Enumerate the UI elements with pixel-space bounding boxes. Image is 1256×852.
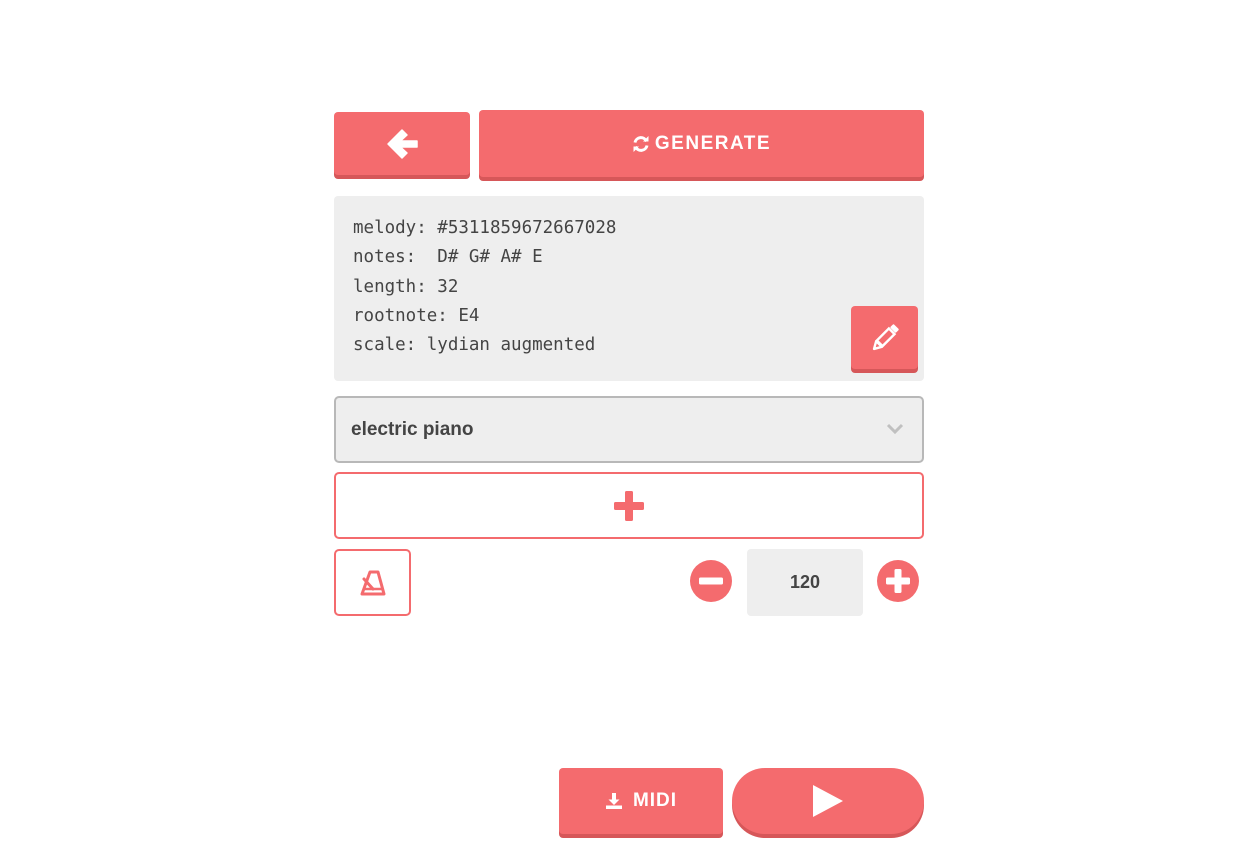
rootnote-line: rootnote: E4 (353, 305, 480, 326)
metronome-icon (360, 570, 385, 595)
generate-label: GENERATE (654, 132, 772, 154)
download-midi-button[interactable]: MIDI (559, 768, 723, 834)
minus-circle-icon (690, 560, 732, 602)
instrument-select[interactable]: electric piano (334, 396, 924, 463)
tempo-increase-button[interactable] (877, 560, 919, 602)
add-track-button[interactable] (334, 472, 924, 539)
length-line: length: 32 (353, 276, 459, 297)
play-button[interactable] (732, 768, 924, 834)
metronome-button[interactable] (334, 549, 411, 616)
arrow-left-icon (387, 128, 418, 159)
notes-line: notes: D# G# A# E (353, 247, 543, 268)
pencil-icon (872, 323, 899, 350)
generate-button[interactable]: GENERATE (479, 110, 924, 177)
instrument-selected-value: electric piano (351, 418, 474, 440)
melody-info-panel: melody: #5311859672667028 notes: D# G# A… (334, 196, 924, 381)
download-icon (605, 793, 622, 809)
tempo-decrease-button[interactable] (690, 560, 732, 602)
refresh-icon (633, 135, 649, 152)
scale-line: scale: lydian augmented (353, 335, 596, 356)
chevron-down-icon (886, 423, 904, 435)
play-icon (813, 785, 843, 817)
melody-id-line: melody: #5311859672667028 (353, 218, 617, 238)
edit-melody-button[interactable] (851, 306, 918, 369)
tempo-value[interactable]: 120 (747, 549, 863, 616)
melody-info-text: melody: #5311859672667028 notes: D# G# A… (353, 214, 616, 360)
plus-icon (614, 490, 644, 521)
plus-circle-icon (877, 560, 919, 602)
back-button[interactable] (334, 112, 470, 175)
midi-label: MIDI (632, 790, 678, 811)
